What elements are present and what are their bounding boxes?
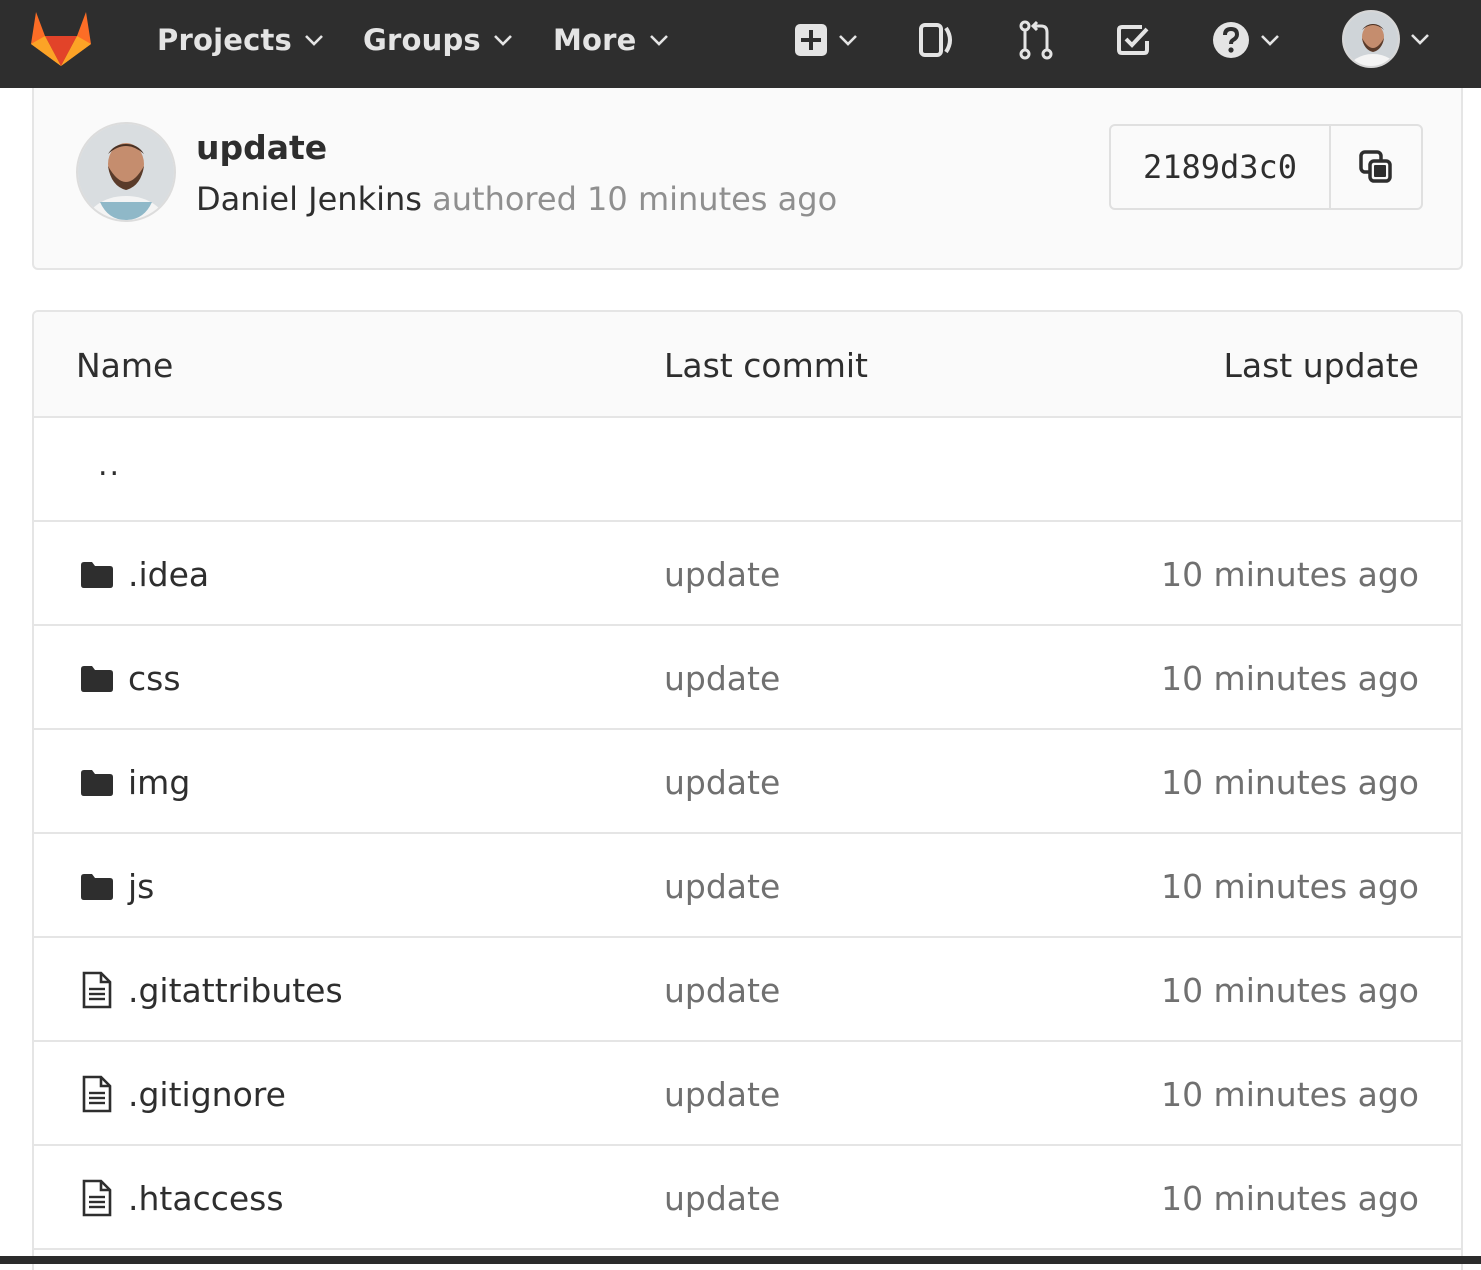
copy-sha-button[interactable] <box>1331 126 1421 208</box>
tree-item-link[interactable]: .gitignore <box>80 1072 286 1116</box>
tree-item-icon <box>80 1179 114 1217</box>
file-text-icon <box>82 971 112 1009</box>
last-commit-panel: update Daniel Jenkins authored 10 minute… <box>32 88 1463 270</box>
table-row: js update 10 minutes ago <box>34 834 1461 938</box>
commit-author-link[interactable]: Daniel Jenkins <box>196 180 422 218</box>
tree-item-link[interactable]: js <box>80 864 154 908</box>
user-menu-dropdown[interactable] <box>1342 9 1432 69</box>
commit-author-avatar[interactable] <box>76 122 176 222</box>
issues-icon <box>919 23 952 57</box>
tree-item-link[interactable]: .htaccess <box>80 1176 284 1220</box>
tree-item-icon <box>80 869 114 903</box>
commit-time: 10 minutes ago <box>587 180 838 218</box>
tree-item-name: js <box>128 866 155 906</box>
tree-time-ago: 10 minutes ago <box>1161 658 1419 698</box>
tree-item-icon <box>80 557 114 591</box>
help-dropdown-button[interactable] <box>1212 18 1282 62</box>
tree-item-icon <box>80 971 114 1009</box>
tree-commit-link[interactable]: update <box>664 968 780 1012</box>
tree-item-icon <box>80 765 114 799</box>
tree-item-name: .gitattributes <box>128 970 343 1010</box>
tree-item-link[interactable]: img <box>80 760 190 804</box>
folder-icon <box>81 562 113 588</box>
tree-time-ago: 10 minutes ago <box>1161 1178 1419 1218</box>
plus-square-icon <box>795 24 827 56</box>
tree-item-icon <box>80 661 114 695</box>
table-row: .idea update 10 minutes ago <box>34 522 1461 626</box>
window-bottom-edge <box>0 1256 1481 1264</box>
nav-projects-dropdown[interactable]: Projects <box>157 20 326 60</box>
top-navbar: Projects Groups More <box>0 0 1481 88</box>
table-row: .gitignore update 10 minutes ago <box>34 1042 1461 1146</box>
commit-sha-link[interactable]: 2189d3c0 <box>1111 126 1331 208</box>
tree-time-ago: 10 minutes ago <box>1161 762 1419 802</box>
nav-groups-dropdown[interactable]: Groups <box>363 20 515 60</box>
table-row: img update 10 minutes ago <box>34 730 1461 834</box>
nav-projects-label: Projects <box>157 23 293 57</box>
tree-commit-link[interactable]: update <box>664 1176 780 1220</box>
header-last-update: Last update <box>1223 346 1419 385</box>
todos-button[interactable] <box>1116 18 1150 62</box>
merge-request-icon <box>1019 20 1053 60</box>
author-avatar-image <box>78 124 174 220</box>
folder-icon <box>81 770 113 796</box>
chevron-down-icon <box>305 35 323 46</box>
tree-item-link[interactable]: css <box>80 656 181 700</box>
table-row: .htaccess update 10 minutes ago <box>34 1146 1461 1250</box>
tree-commit-link[interactable]: update <box>664 760 780 804</box>
table-header: Name Last commit Last update <box>34 312 1461 418</box>
merge-requests-button[interactable] <box>1018 18 1054 62</box>
table-row: css update 10 minutes ago <box>34 626 1461 730</box>
file-text-icon <box>82 1179 112 1217</box>
commit-authored-label: authored <box>432 180 577 218</box>
gitlab-logo-icon[interactable] <box>28 8 94 68</box>
chevron-down-icon <box>1411 34 1429 45</box>
tree-item-link[interactable]: .gitattributes <box>80 968 343 1012</box>
parent-directory-link[interactable]: .. <box>98 448 121 483</box>
todo-check-icon <box>1117 25 1149 55</box>
commit-meta: Daniel Jenkins authored 10 minutes ago <box>196 180 837 218</box>
commit-sha-group: 2189d3c0 <box>1109 124 1423 210</box>
chevron-down-icon <box>1261 35 1279 46</box>
chevron-down-icon <box>649 35 668 46</box>
header-name: Name <box>76 346 174 385</box>
chevron-down-icon <box>839 35 857 46</box>
tree-time-ago: 10 minutes ago <box>1161 554 1419 594</box>
table-row: .gitattributes update 10 minutes ago <box>34 938 1461 1042</box>
tree-item-name: .idea <box>128 554 210 594</box>
tree-commit-link[interactable]: update <box>664 864 780 908</box>
user-avatar-image <box>1344 12 1398 66</box>
header-last-commit: Last commit <box>664 346 868 385</box>
help-question-icon <box>1213 22 1249 58</box>
tree-item-name: css <box>128 658 181 698</box>
table-row-parent: .. <box>34 418 1461 522</box>
tree-item-name: .htaccess <box>128 1178 284 1218</box>
tree-commit-link[interactable]: update <box>664 552 780 596</box>
tree-item-link[interactable]: .idea <box>80 552 209 596</box>
tree-time-ago: 10 minutes ago <box>1161 970 1419 1010</box>
tree-commit-link[interactable]: update <box>664 1072 780 1116</box>
chevron-down-icon <box>493 35 512 46</box>
tree-commit-link[interactable]: update <box>664 656 780 700</box>
file-text-icon <box>82 1075 112 1113</box>
tree-item-name: img <box>128 762 191 802</box>
commit-title-link[interactable]: update <box>196 128 327 167</box>
nav-more-dropdown[interactable]: More <box>553 20 671 60</box>
file-tree-table: Name Last commit Last update .. .idea upd… <box>32 310 1463 1270</box>
avatar <box>1342 10 1400 68</box>
nav-more-label: More <box>553 23 637 57</box>
nav-groups-label: Groups <box>363 23 481 57</box>
tree-item-name: .gitignore <box>128 1074 286 1114</box>
folder-icon <box>81 666 113 692</box>
tree-time-ago: 10 minutes ago <box>1161 1074 1419 1114</box>
folder-icon <box>81 874 113 900</box>
tree-item-icon <box>80 1075 114 1113</box>
issues-button[interactable] <box>918 18 956 62</box>
copy-icon <box>1359 150 1392 183</box>
new-dropdown-button[interactable] <box>794 18 860 62</box>
tree-time-ago: 10 minutes ago <box>1161 866 1419 906</box>
